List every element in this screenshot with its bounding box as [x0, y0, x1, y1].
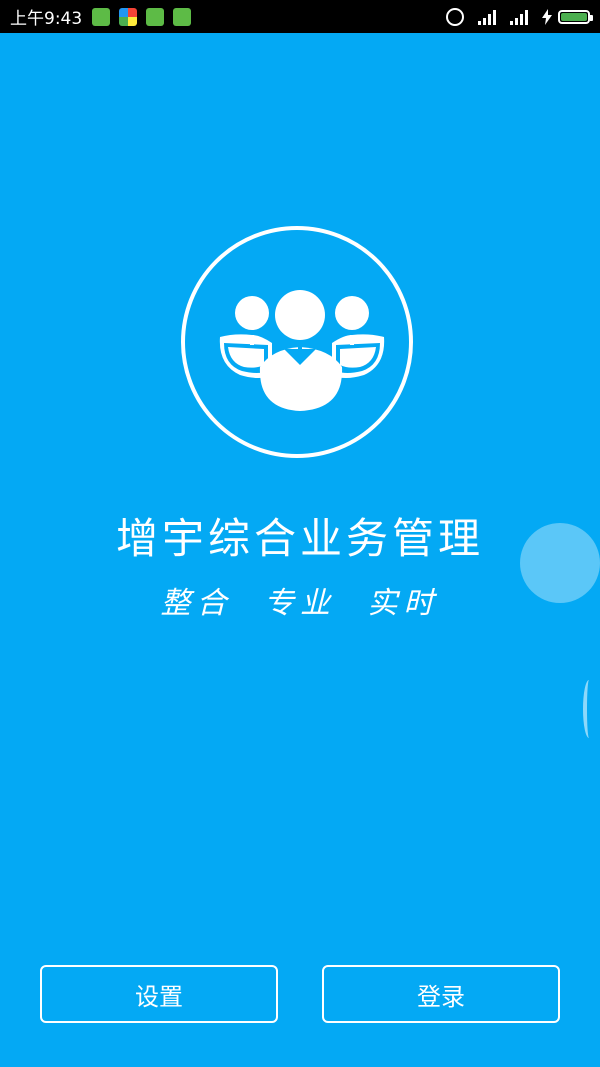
battery-level: [561, 12, 587, 21]
settings-button[interactable]: 设置: [40, 965, 278, 1023]
sim-card-notification-icon: [146, 7, 165, 26]
floating-assistant-ball[interactable]: [520, 523, 600, 603]
splash-screen: 上午9:43 增宇综合业务管理 整合 专业 实时 设置 登录: [0, 0, 600, 1067]
app-store-notification-icon: [119, 7, 138, 26]
battery-tip: [590, 14, 593, 21]
signal-icon-2: [510, 9, 528, 25]
status-time: 上午9:43: [10, 9, 83, 29]
people-logo-icon: [181, 226, 413, 458]
status-bar: 上午9:43: [0, 0, 600, 33]
battery-icon: [558, 9, 593, 24]
status-indicators: [446, 7, 593, 26]
app-slogan: 整合 专业 实时: [160, 586, 440, 621]
edge-swipe-handle[interactable]: [583, 680, 595, 738]
alarm-icon: [446, 7, 464, 26]
android-notification-icon: [92, 7, 111, 26]
android-notification-icon-2: [173, 7, 192, 26]
charging-bolt-icon: [542, 8, 552, 25]
signal-icon: [478, 9, 496, 25]
app-title: 增宇综合业务管理: [115, 514, 484, 563]
login-button[interactable]: 登录: [322, 965, 560, 1023]
